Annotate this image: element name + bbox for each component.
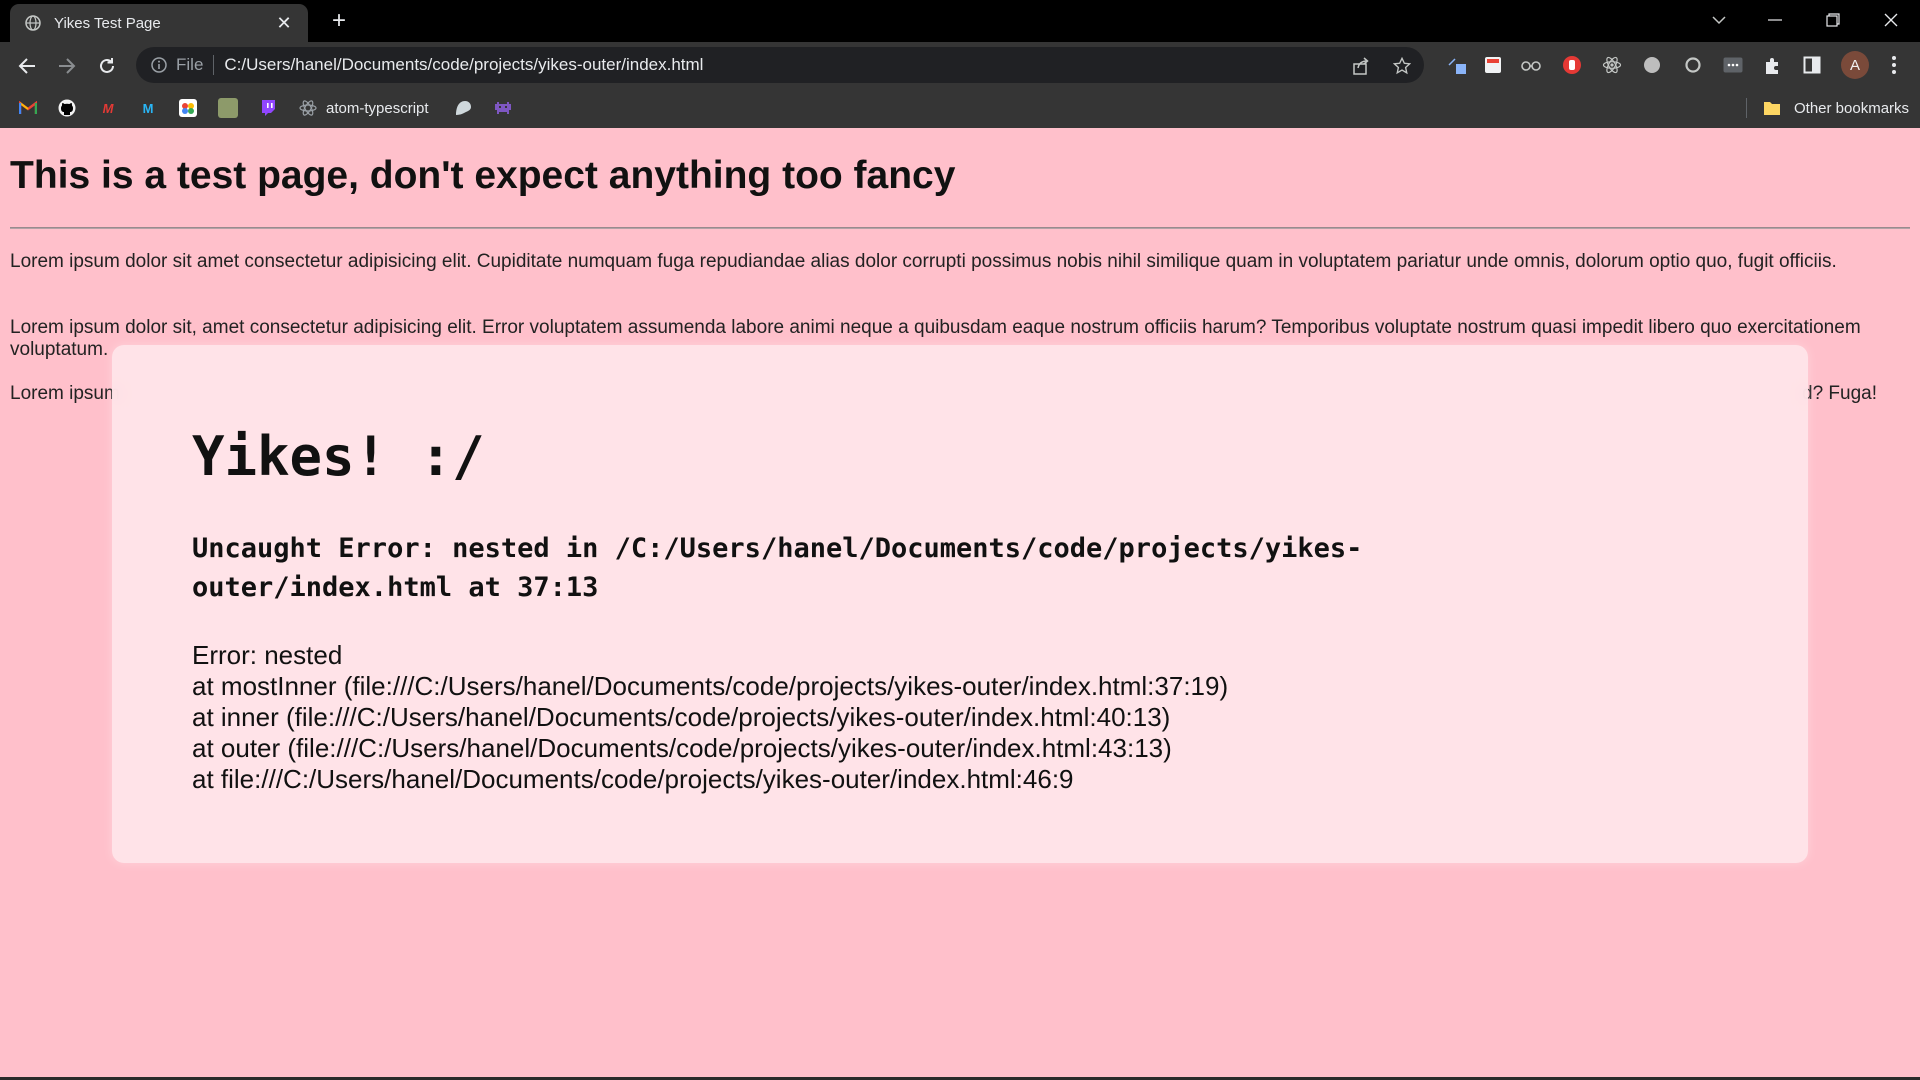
- ghost-icon: [453, 98, 473, 118]
- glasses-icon[interactable]: [1520, 54, 1542, 76]
- bookmark-invader[interactable]: [493, 97, 513, 119]
- minimize-icon[interactable]: [1752, 0, 1798, 40]
- space-invader-icon: [493, 98, 513, 118]
- bookmark-twitch[interactable]: [258, 97, 278, 119]
- dots-extension-icon[interactable]: [1722, 54, 1744, 76]
- star-icon[interactable]: [1391, 55, 1413, 77]
- other-bookmarks[interactable]: Other bookmarks: [1762, 97, 1909, 119]
- profile-avatar[interactable]: A: [1841, 51, 1869, 79]
- forward-icon[interactable]: [52, 51, 82, 81]
- folder-icon: [1762, 98, 1782, 118]
- tab-strip: Yikes Test Page ✕ +: [0, 0, 1920, 42]
- paragraph-1: Lorem ipsum dolor sit amet consectetur a…: [10, 251, 1837, 272]
- error-heading: Uncaught Error: nested in /C:/Users/hane…: [192, 533, 1363, 603]
- globe-icon: [24, 14, 42, 32]
- bookmarks-divider: [1746, 98, 1747, 118]
- github-icon: [57, 98, 77, 118]
- paragraph-3-tail: d? Fuga!: [1802, 383, 1877, 404]
- bookmark-red[interactable]: M: [98, 97, 118, 119]
- twitch-icon: [258, 98, 278, 118]
- stack-trace: Error: nested at mostInner (file:///C:/U…: [192, 640, 1228, 795]
- other-bookmarks-label: Other bookmarks: [1794, 99, 1910, 117]
- url-text[interactable]: C:/Users/hanel/Documents/code/projects/y…: [224, 55, 703, 75]
- overlay-title: Yikes! :/: [192, 425, 485, 488]
- bookmark-photo[interactable]: [218, 97, 238, 119]
- share-icon[interactable]: [1350, 55, 1372, 77]
- bookmark-gmail[interactable]: [18, 97, 38, 119]
- side-panel-icon[interactable]: [1801, 54, 1823, 76]
- bookmark-label: atom-typescript: [326, 99, 429, 117]
- bookmark-icon: [218, 98, 238, 118]
- stack-line: at inner (file:///C:/Users/hanel/Documen…: [192, 702, 1171, 732]
- extension-icon[interactable]: [1482, 54, 1504, 76]
- stack-line: Error: nested: [192, 640, 343, 670]
- browser-toolbar: File C:/Users/hanel/Documents/code/proje…: [0, 42, 1920, 88]
- horizontal-rule: [10, 227, 1910, 229]
- kebab-menu-icon[interactable]: [1883, 54, 1905, 76]
- paragraph-3: Lorem ipsum: [10, 383, 120, 404]
- address-bar[interactable]: File C:/Users/hanel/Documents/code/proje…: [136, 47, 1424, 83]
- bookmark-blue[interactable]: M: [138, 97, 158, 119]
- tab-title: Yikes Test Page: [54, 14, 161, 32]
- page-content: This is a test page, don't expect anythi…: [0, 128, 1920, 1077]
- stack-line: at file:///C:/Users/hanel/Documents/code…: [192, 764, 1074, 794]
- restore-icon[interactable]: [1810, 0, 1856, 40]
- new-tab-button[interactable]: +: [324, 6, 354, 36]
- bookmark-github[interactable]: [57, 97, 77, 119]
- close-window-icon[interactable]: [1868, 0, 1914, 40]
- ring-extension-icon[interactable]: [1682, 54, 1704, 76]
- bookmark-icon: M: [142, 100, 154, 116]
- back-icon[interactable]: [12, 51, 42, 81]
- puzzle-icon[interactable]: [1762, 54, 1784, 76]
- bookmark-ghost[interactable]: [453, 97, 473, 119]
- bookmark-icon: [178, 98, 198, 118]
- url-scheme: File: [176, 55, 204, 74]
- stop-hand-icon[interactable]: [1561, 54, 1583, 76]
- address-separator: [213, 55, 215, 75]
- close-tab-icon[interactable]: ✕: [274, 13, 294, 34]
- page-title: This is a test page, don't expect anythi…: [10, 154, 956, 197]
- stack-line: at mostInner (file:///C:/Users/hanel/Doc…: [192, 671, 1229, 701]
- bookmark-google-photos[interactable]: [178, 97, 198, 119]
- tab-search-icon[interactable]: [1696, 0, 1742, 40]
- error-overlay: Yikes! :/ Uncaught Error: nested in /C:/…: [112, 345, 1808, 863]
- reload-icon[interactable]: [92, 51, 122, 81]
- info-icon[interactable]: [150, 56, 168, 74]
- bookmark-icon: M: [102, 100, 114, 116]
- extension-icon[interactable]: [1446, 54, 1468, 76]
- gmail-icon: [18, 98, 38, 118]
- atom-icon: [298, 98, 318, 118]
- bookmark-atom-typescript[interactable]: atom-typescript: [298, 97, 429, 119]
- tab-yikes-test-page[interactable]: Yikes Test Page ✕: [10, 4, 308, 42]
- circle-extension-icon[interactable]: [1641, 54, 1663, 76]
- stack-line: at outer (file:///C:/Users/hanel/Documen…: [192, 733, 1172, 763]
- bookmarks-bar: M M atom-typescript Other bookmarks: [0, 88, 1920, 128]
- react-icon[interactable]: [1601, 54, 1623, 76]
